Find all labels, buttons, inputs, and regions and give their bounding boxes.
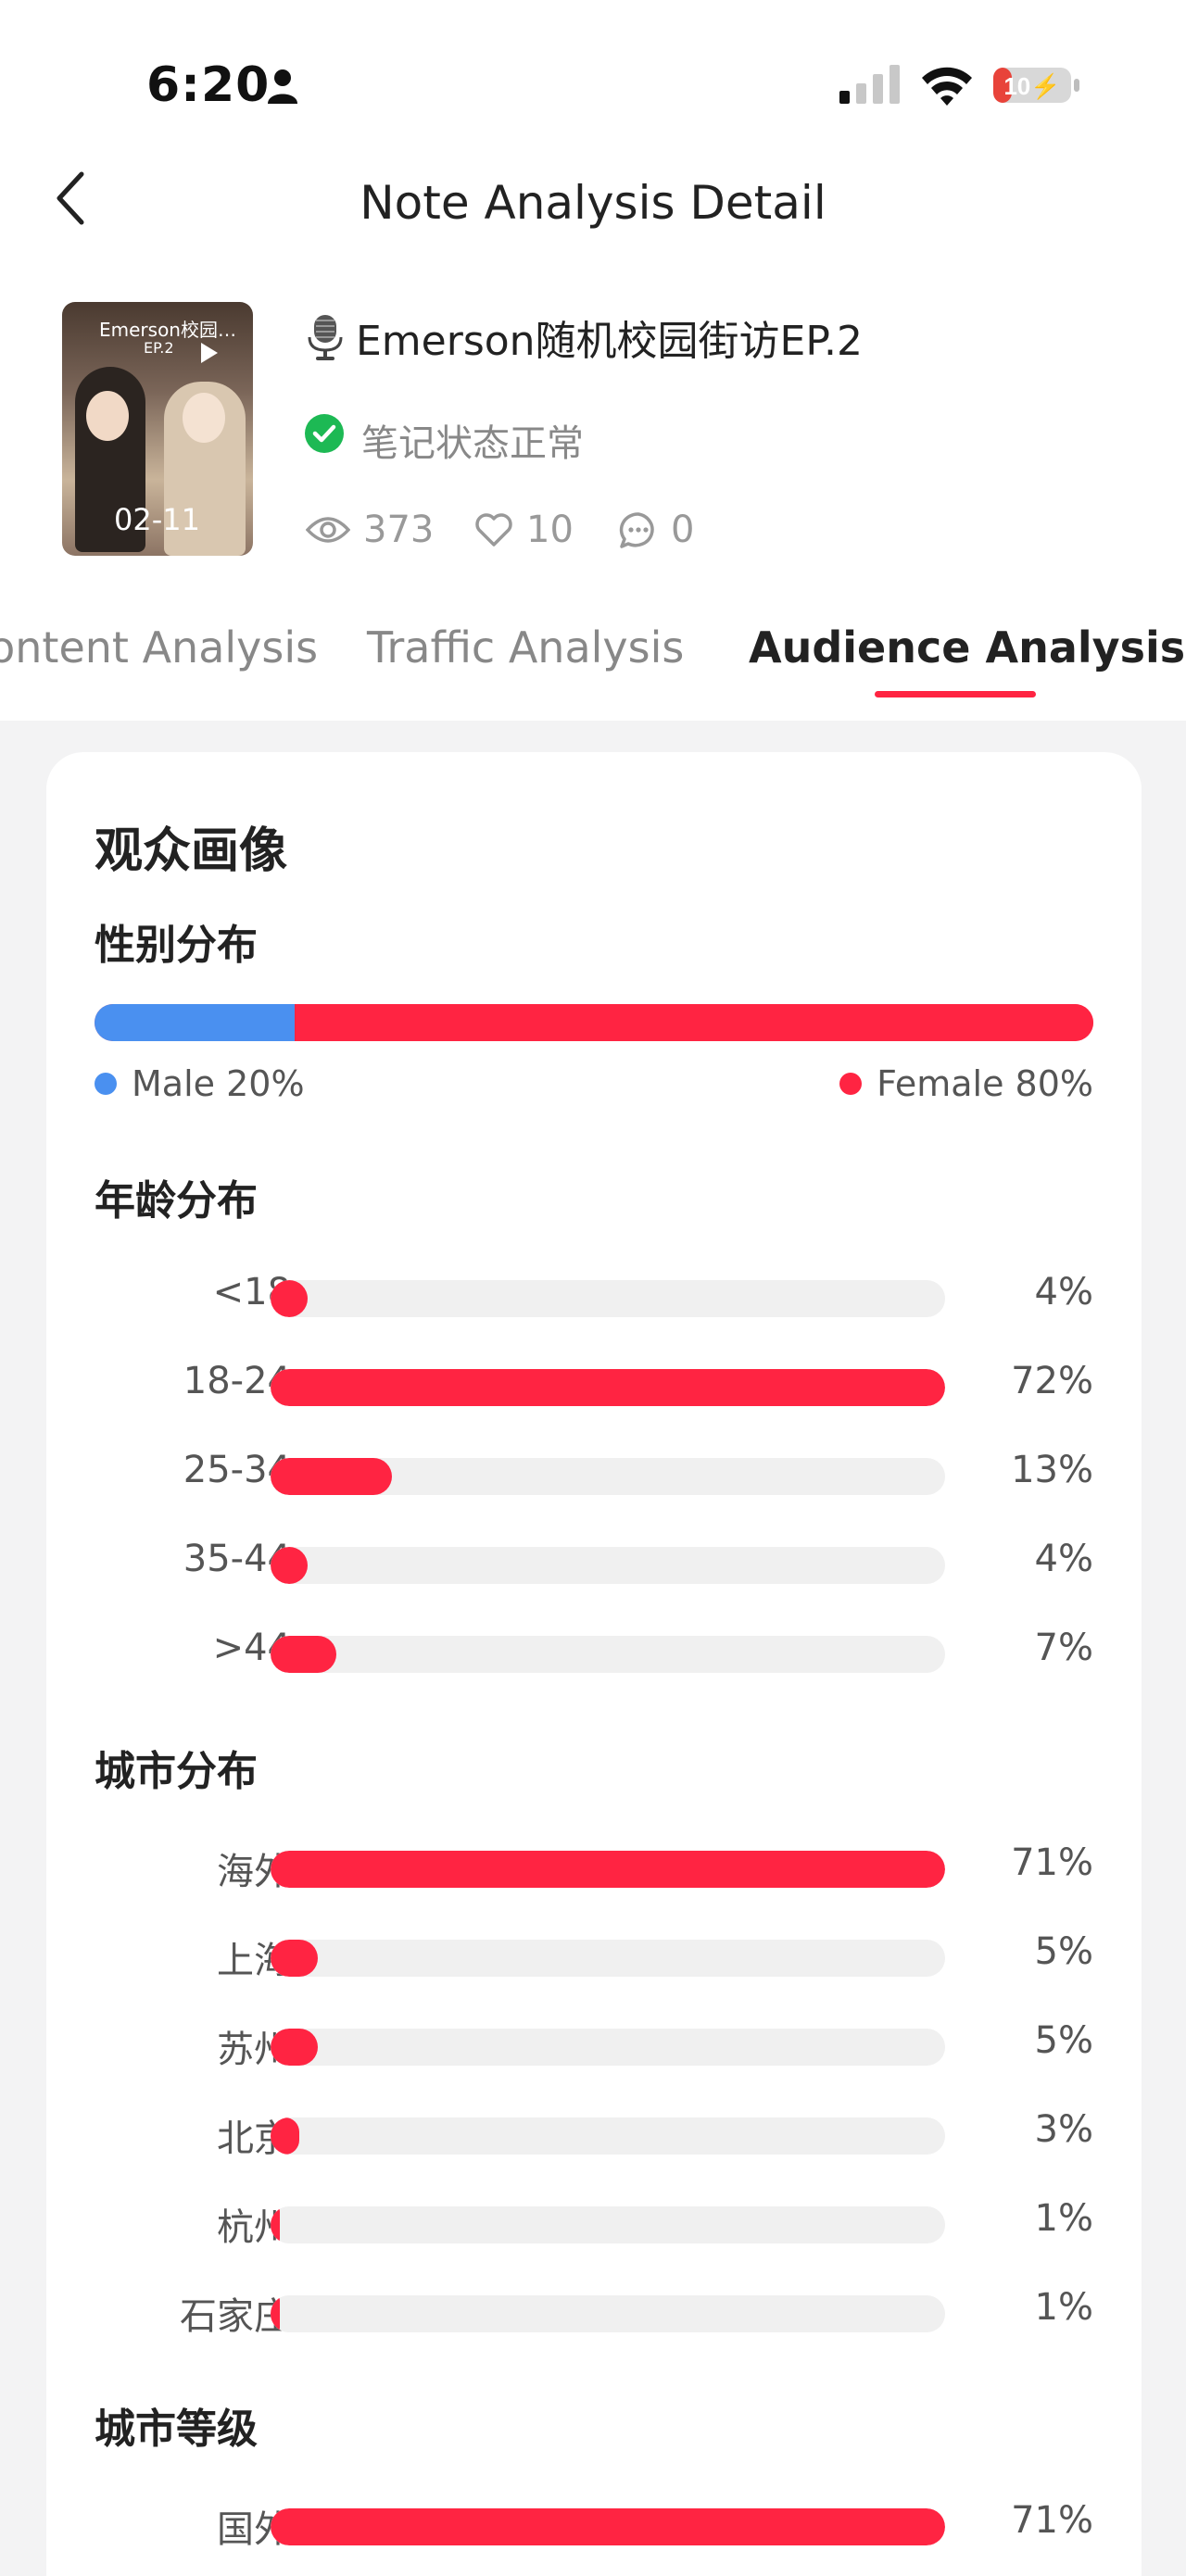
age-row: <18 4% — [46, 1252, 1142, 1341]
city-bar — [271, 1851, 945, 1888]
city-value: 1% — [1034, 2197, 1093, 2240]
thumbnail-overlay-title: Emerson校园… — [99, 319, 236, 341]
city-tier-bar-track — [271, 2508, 945, 2545]
likes-stat: 10 — [474, 509, 574, 551]
views-count: 373 — [363, 509, 435, 551]
age-bar — [271, 1547, 309, 1584]
person-icon — [268, 69, 297, 104]
likes-count: 10 — [526, 509, 574, 551]
city-row: 上海 5% — [46, 1912, 1142, 2001]
age-value: 4% — [1034, 1271, 1093, 1313]
tab-traffic-analysis[interactable]: Traffic Analysis — [367, 622, 684, 672]
age-bar-track — [271, 1369, 945, 1406]
age-section-title: 年龄分布 — [95, 1177, 258, 1225]
age-value: 7% — [1034, 1627, 1093, 1669]
gender-bar-male — [95, 1004, 295, 1041]
city-value: 71% — [1011, 1841, 1093, 1884]
audience-profile-card: 观众画像 性别分布 Male 20% Female 80% 年龄分布 <18 4%… — [46, 752, 1142, 2576]
age-bar — [271, 1458, 393, 1495]
battery-icon: 10⚡ — [993, 68, 1079, 103]
city-tier-section-title: 城市等级 — [95, 2406, 258, 2453]
thumbnail-face — [86, 391, 129, 441]
header-area: 6:20 10⚡ Note Analysis Detail Emerson校园…… — [0, 0, 1186, 721]
gender-bar-female — [294, 1004, 1093, 1041]
legend-male-label: Male 20% — [132, 1063, 305, 1104]
heart-icon — [475, 513, 512, 547]
comment-icon — [619, 512, 654, 548]
city-value: 5% — [1034, 1930, 1093, 1973]
city-tier-bar — [271, 2508, 945, 2545]
city-bar — [271, 2029, 319, 2066]
legend-female-label: Female 80% — [877, 1063, 1093, 1104]
age-bar-track — [271, 1458, 945, 1495]
age-bar — [271, 1280, 309, 1317]
age-value: 72% — [1011, 1360, 1093, 1402]
city-value: 5% — [1034, 2019, 1093, 2062]
card-title: 观众画像 — [95, 823, 288, 879]
city-row: 苏州 5% — [46, 2001, 1142, 2090]
age-row: 35-44 4% — [46, 1519, 1142, 1608]
city-tier-value: 71% — [1011, 2499, 1093, 2542]
comments-count: 0 — [671, 509, 695, 551]
city-row: 杭州 1% — [46, 2179, 1142, 2268]
status-time: 6:20 — [146, 57, 271, 113]
tab-content-analysis[interactable]: Content Analysis — [0, 622, 318, 672]
city-bar-track — [271, 2295, 945, 2332]
city-distribution-list: 海外 71% 上海 5% 苏州 5% 北京 3% 杭州 1% 石家庄 1% — [46, 1823, 1142, 2356]
city-bar — [271, 1940, 319, 1977]
age-bar-track — [271, 1636, 945, 1673]
note-title: Emerson随机校园街访EP.2 — [356, 318, 864, 365]
thumbnail-face — [183, 393, 225, 443]
age-value: 13% — [1011, 1449, 1093, 1491]
legend-female: Female 80% — [839, 1063, 1093, 1104]
tab-audience-analysis[interactable]: Audience Analysis — [749, 622, 1185, 672]
svg-text:10⚡: 10⚡ — [1003, 72, 1060, 101]
legend-dot-female — [839, 1073, 863, 1095]
legend-male: Male 20% — [95, 1063, 305, 1104]
city-bar-track — [271, 1851, 945, 1888]
views-stat: 373 — [306, 509, 435, 551]
city-bar-track — [271, 2206, 945, 2243]
city-section-title: 城市分布 — [95, 1748, 258, 1795]
city-tier-row: 国外 71% — [46, 2481, 1142, 2570]
age-bar-track — [271, 1280, 945, 1317]
gender-distribution-bar — [95, 1004, 1093, 1041]
city-bar-track — [271, 2029, 945, 2066]
age-row: 25-34 13% — [46, 1430, 1142, 1519]
page-title: Note Analysis Detail — [360, 176, 826, 230]
check-circle-icon — [305, 414, 344, 453]
active-tab-indicator — [875, 691, 1036, 697]
comments-stat: 0 — [619, 509, 695, 551]
city-row: 北京 3% — [46, 2090, 1142, 2179]
age-row: 18-24 72% — [46, 1341, 1142, 1430]
thumbnail-date: 02-11 — [114, 502, 200, 537]
age-bar — [271, 1369, 945, 1406]
microphone-icon — [308, 315, 343, 360]
thumbnail-overlay-subtitle: EP.2 — [144, 339, 174, 357]
legend-dot-male — [95, 1073, 117, 1095]
city-bar-track — [271, 2117, 945, 2155]
gender-section-title: 性别分布 — [95, 922, 258, 969]
play-icon — [201, 343, 218, 363]
age-row: >44 7% — [46, 1608, 1142, 1697]
note-status: 笔记状态正常 — [361, 422, 584, 465]
city-row: 海外 71% — [46, 1823, 1142, 1912]
age-bar-track — [271, 1547, 945, 1584]
city-row: 石家庄 1% — [46, 2268, 1142, 2356]
city-value: 3% — [1034, 2108, 1093, 2151]
city-value: 1% — [1034, 2286, 1093, 2329]
eye-icon — [306, 517, 350, 543]
age-distribution-list: <18 4% 18-24 72% 25-34 13% 35-44 4% >44 7% — [46, 1252, 1142, 1697]
note-thumbnail[interactable]: Emerson校园… EP.2 02-11 — [62, 302, 253, 556]
wifi-icon — [922, 67, 972, 106]
city-bar-track — [271, 1940, 945, 1977]
age-value: 4% — [1034, 1538, 1093, 1580]
age-bar — [271, 1636, 336, 1673]
city-tier-distribution-list: 国外 71% — [46, 2481, 1142, 2570]
cellular-signal-icon — [839, 65, 900, 104]
